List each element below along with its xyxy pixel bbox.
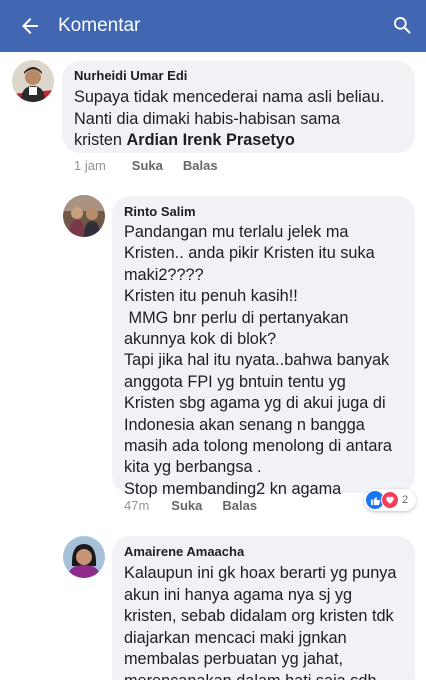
app-bar: Komentar xyxy=(0,0,426,52)
comment-text: Kalaupun ini gk hoax berarti yg punya ak… xyxy=(124,564,397,680)
avatar-nurheidi[interactable] xyxy=(12,60,54,102)
reaction-summary[interactable]: 2 xyxy=(364,489,417,511)
avatar-amairene[interactable] xyxy=(63,536,105,578)
comment-text: Supaya tidak mencederai nama asli beliau… xyxy=(74,88,385,150)
like-button[interactable]: Suka xyxy=(132,158,163,173)
comment-author[interactable]: Nurheidi Umar Edi xyxy=(74,68,187,83)
page-title: Komentar xyxy=(58,15,141,36)
comment-author[interactable]: Rinto Salim xyxy=(124,204,196,219)
reaction-count: 2 xyxy=(402,494,409,506)
reply-button[interactable]: Balas xyxy=(222,498,257,513)
comment-time: 47m xyxy=(124,498,150,513)
arrow-left-icon[interactable] xyxy=(18,14,42,38)
comment-author[interactable]: Amairene Amaacha xyxy=(124,544,244,559)
search-icon[interactable] xyxy=(392,15,412,35)
reply-button[interactable]: Balas xyxy=(183,158,218,173)
comment-meta: 47m Suka Balas xyxy=(124,498,257,513)
heart-icon xyxy=(381,491,399,509)
avatar-rinto[interactable] xyxy=(63,195,105,237)
like-button[interactable]: Suka xyxy=(171,498,202,513)
comment-text: Pandangan mu terlalu jelek ma Kristen.. … xyxy=(124,223,392,498)
comment-time: 1 jam xyxy=(74,158,106,173)
mention-link[interactable]: Ardian Irenk Prasetyo xyxy=(126,131,294,149)
comment-meta: 1 jam Suka Balas xyxy=(74,158,218,173)
